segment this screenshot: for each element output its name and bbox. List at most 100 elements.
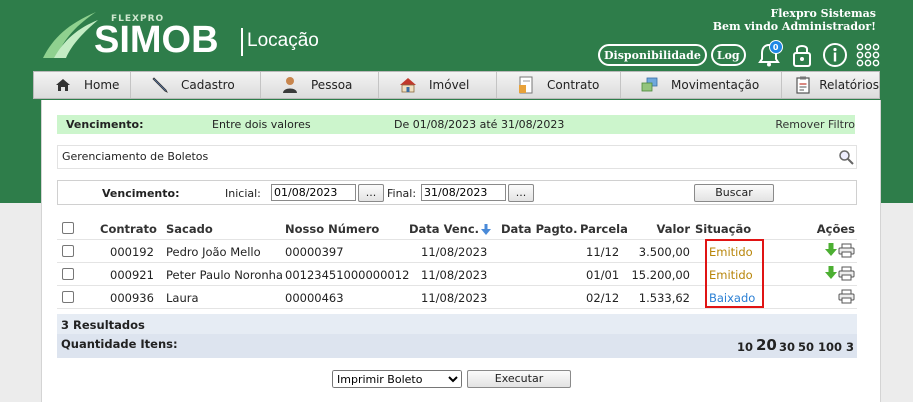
due-date-label: Vencimento: [102,187,180,200]
nav-item-movimentacao[interactable]: Movimentação [621,72,782,98]
page-title: Gerenciamento de Boletos [62,150,209,163]
page-size-all[interactable]: 3 [846,340,854,354]
nav-label: Movimentação [671,78,760,92]
cell-valor: 3.500,00 [638,245,690,259]
row-checkbox[interactable] [62,245,74,257]
cell-data-venc: 11/08/2023 [421,291,488,305]
cell-contrato: 000192 [110,245,154,259]
col-sacado[interactable]: Sacado [166,222,213,236]
nav-item-cadastro[interactable]: Cadastro [131,72,261,98]
col-nosso-numero[interactable]: Nosso Número [285,222,379,236]
items-per-page-label: Quantidade Itens: [61,337,178,351]
nav-item-imovel[interactable]: Imóvel [379,72,497,98]
cell-sacado: Laura [166,291,199,305]
final-date-picker-button[interactable]: ... [508,184,534,202]
magnifier-icon [839,150,854,165]
table-header: Contrato Sacado Nosso Número Data Venc. … [57,217,857,240]
cell-nosso-numero: 00000463 [285,291,344,305]
page-size-100[interactable]: 100 [818,340,842,354]
print-boleto-button[interactable] [838,266,855,284]
filter-mode: Entre dois valores [212,118,311,131]
nav-item-pessoa[interactable]: Pessoa [261,72,379,98]
search-button[interactable]: Buscar [694,184,774,202]
col-data-pagto[interactable]: Data Pagto. [501,222,577,236]
active-filter-bar: Vencimento: Entre dois valores De 01/08/… [57,115,855,134]
page-size-10[interactable]: 10 [737,340,753,354]
log-button[interactable]: Log [710,44,746,66]
lock-icon [792,45,811,67]
remove-filter-link[interactable]: Remover Filtro [775,118,855,131]
download-arrow-icon [825,243,837,256]
person-icon [281,76,299,94]
row-checkbox[interactable] [62,268,74,280]
page-title-bar: Gerenciamento de Boletos [57,145,857,169]
notifications-button[interactable]: 0 [755,40,783,70]
nav-label: Cadastro [181,78,235,92]
cell-contrato: 000936 [110,291,154,305]
col-situacao[interactable]: Situação [695,222,751,236]
cell-valor: 15.200,00 [631,268,690,282]
download-arrow-icon [825,266,837,279]
print-boleto-button[interactable] [838,243,855,261]
search-toggle-button[interactable] [838,149,854,173]
initial-date-input[interactable] [271,184,356,201]
cell-sacado: Peter Paulo Noronha [166,268,283,282]
brand-divider [241,28,243,56]
results-bar: 3 Resultados [57,314,857,334]
cell-parcela: 02/12 [586,291,620,305]
apps-grid-icon [856,43,879,67]
nav-item-relatorios[interactable]: Relatórios [782,72,879,98]
page-size-20[interactable]: 20 [756,336,777,354]
col-parcela[interactable]: Parcela [580,222,628,236]
movement-icon [641,76,659,94]
col-valor[interactable]: Valor [656,222,690,236]
final-date-input[interactable] [421,184,506,201]
brand-subtitle: Locação [247,30,319,51]
nav-item-home[interactable]: Home [34,72,131,98]
info-button[interactable] [821,40,849,70]
availability-button[interactable]: Disponibilidade [598,44,707,66]
search-form: Vencimento: Inicial: ... Final: ... Busc… [57,180,857,205]
apps-button[interactable] [854,40,882,70]
row-checkbox[interactable] [62,291,74,303]
pagination-bar: Quantidade Itens: 10 20 30 50 100 3 [57,334,857,358]
print-boleto-button[interactable] [838,289,855,307]
header-tools: Disponibilidade Log 0 [598,39,882,71]
cell-contrato: 000921 [110,268,154,282]
filter-range: De 01/08/2023 até 31/08/2023 [394,118,565,131]
select-all-checkbox[interactable] [62,222,74,234]
brand-name: SIMOB [94,19,219,61]
lock-button[interactable] [788,40,816,70]
col-contrato[interactable]: Contrato [100,222,157,236]
bulk-action-select[interactable]: Imprimir Boleto [332,370,462,388]
cell-parcela: 01/01 [586,268,620,282]
app-logo: FLEXPRO SIMOB Locação [38,10,338,62]
download-boleto-button[interactable] [825,266,837,283]
contract-icon [517,76,535,94]
page-size-50[interactable]: 50 [798,340,814,354]
initial-date-picker-button[interactable]: ... [358,184,384,202]
filter-label: Vencimento: [66,118,144,131]
execute-button[interactable]: Executar [467,370,571,388]
nav-label: Relatórios [819,78,879,92]
cell-valor: 1.533,62 [638,291,690,305]
cell-nosso-numero: 00123451000000012 [285,268,410,282]
cell-sacado: Pedro João Mello [166,245,261,259]
bulk-actions: Imprimir Boleto Executar [332,370,571,388]
main-nav: Home Cadastro Pessoa Imóvel Contrato Mov… [33,71,880,99]
nav-item-contrato[interactable]: Contrato [497,72,621,98]
page-size-30[interactable]: 30 [779,340,795,354]
initial-date-label: Inicial: [225,187,261,200]
nav-label: Imóvel [429,78,470,92]
cell-nosso-numero: 00000397 [285,245,344,259]
col-acoes: Ações [816,222,855,236]
cell-data-venc: 11/08/2023 [421,245,488,259]
col-data-venc[interactable]: Data Venc. [409,222,479,236]
sort-down-icon [481,224,491,235]
download-boleto-button[interactable] [825,243,837,260]
nav-label: Contrato [547,78,600,92]
info-icon [822,43,847,67]
nav-label: Pessoa [311,78,353,92]
results-count: 3 Resultados [61,318,145,332]
notification-badge: 0 [768,40,783,54]
